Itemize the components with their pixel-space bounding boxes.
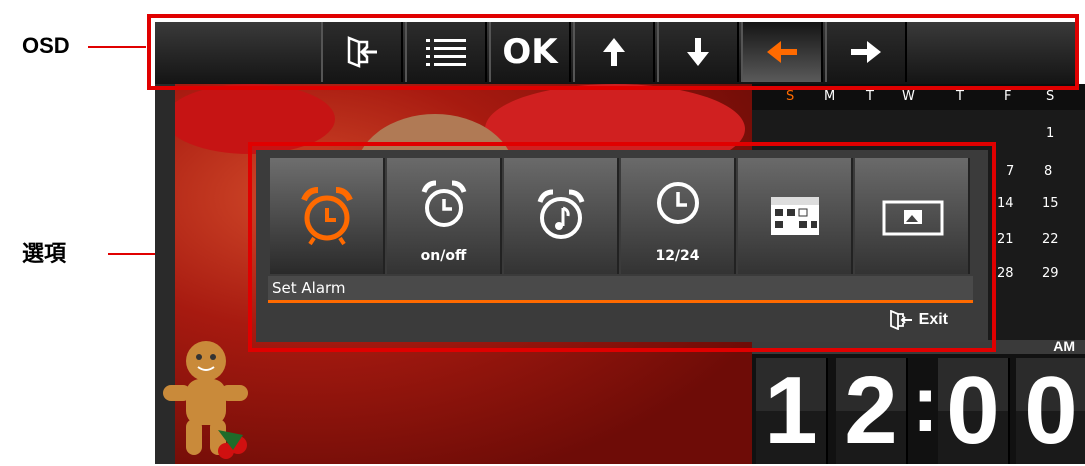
weekday-sun: S [786,89,795,104]
weekday-mon: M [824,89,836,104]
weekday-fri: F [1004,89,1012,104]
clock-display: AM 1 2 : 0 0 [752,338,1085,464]
am-pm-indicator: AM [1053,338,1075,354]
clock-digit: 0 [1016,357,1085,464]
calendar-day: 28 [997,266,1014,281]
options-annotation: 選項 [22,241,67,266]
weekday-wed: W [902,89,915,104]
weekday-thu: T [956,89,964,104]
weekday-tue: T [866,89,874,104]
calendar-day: 7 [1006,164,1015,179]
clock-separator: : [912,359,939,448]
calendar-day: 14 [997,196,1014,211]
calendar-day: 8 [1044,164,1053,179]
calendar-day: 1 [1046,126,1055,141]
osd-highlight-frame [147,14,1079,90]
clock-digit: 1 [756,357,828,464]
options-highlight-frame [248,142,996,352]
calendar-day: 15 [1042,196,1059,211]
weekday-sat: S [1046,89,1055,104]
osd-annotation-line [88,46,146,48]
calendar-day: 29 [1042,266,1059,281]
clock-digit: 2 [836,357,908,464]
gingerbread-icon [163,341,248,459]
clock-digit: 0 [938,357,1010,464]
calendar-day: 22 [1042,232,1059,247]
calendar-day: 21 [997,232,1014,247]
osd-annotation: OSD [22,33,70,58]
